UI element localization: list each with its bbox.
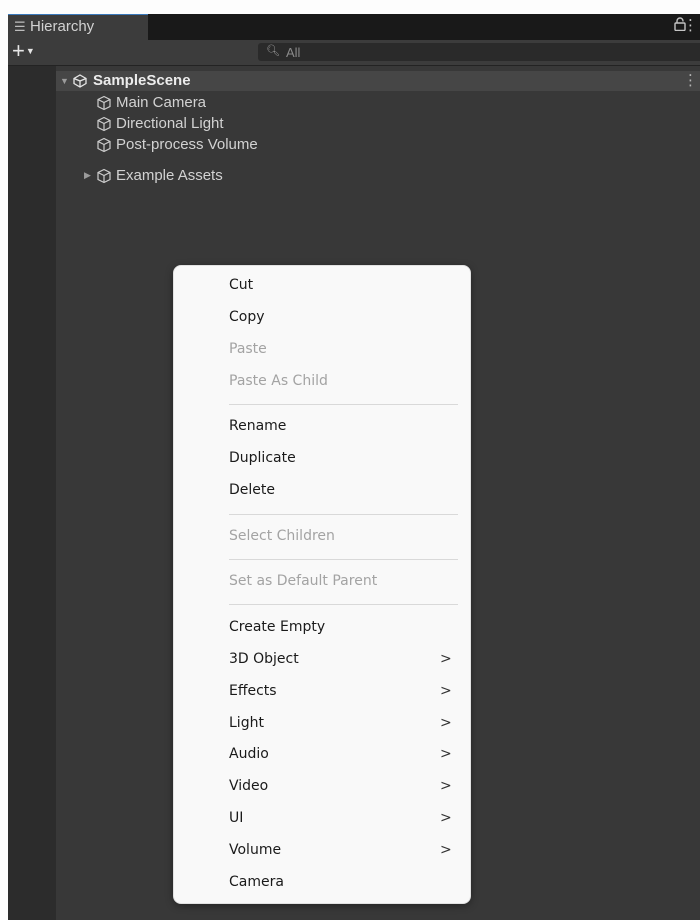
menu-item-rename[interactable]: Rename: [174, 410, 470, 442]
menu-item-delete[interactable]: Delete: [174, 474, 470, 506]
unity-logo-icon: [73, 71, 87, 94]
menu-separator: [229, 559, 458, 560]
gameobject-cube-icon: [97, 168, 111, 184]
menu-item-camera[interactable]: Camera: [174, 866, 470, 898]
menu-item-select-children: Select Children: [174, 520, 470, 552]
menu-item-label: Duplicate: [229, 450, 296, 466]
scene-row[interactable]: ▼ SampleScene ⋮: [56, 71, 700, 91]
menu-item-label: Copy: [229, 309, 265, 325]
tree-item-main-camera[interactable]: Main Camera: [56, 92, 700, 113]
tree-item-label: Main Camera: [116, 94, 207, 111]
submenu-arrow-icon: >: [440, 778, 452, 794]
tab-label: Hierarchy: [30, 18, 95, 35]
dropdown-triangle-icon: ▼: [25, 46, 35, 56]
submenu-arrow-icon: >: [440, 715, 452, 731]
menu-item-ui[interactable]: UI >: [174, 802, 470, 834]
tree-item-label: Post-process Volume: [116, 136, 258, 153]
search-field[interactable]: 🔍︎: [258, 43, 700, 61]
menu-item-label: Audio: [229, 746, 269, 762]
menu-item-label: Volume: [229, 842, 282, 858]
plus-icon: +: [12, 38, 25, 63]
menu-item-video[interactable]: Video >: [174, 770, 470, 802]
menu-item-label: Rename: [229, 418, 287, 434]
hierarchy-list-icon: ☰: [14, 19, 26, 34]
menu-separator: [229, 404, 458, 405]
menu-item-audio[interactable]: Audio >: [174, 738, 470, 770]
menu-item-paste: Paste: [174, 333, 470, 365]
menu-item-volume[interactable]: Volume >: [174, 834, 470, 866]
menu-item-label: Effects: [229, 683, 277, 699]
search-input[interactable]: [286, 43, 686, 61]
menu-item-3d-object[interactable]: 3D Object >: [174, 643, 470, 675]
menu-item-label: Create Empty: [229, 619, 326, 635]
menu-item-create-empty[interactable]: Create Empty: [174, 611, 470, 643]
menu-item-label: Camera: [229, 874, 284, 890]
menu-item-set-default-parent: Set as Default Parent: [174, 565, 470, 597]
menu-item-label: 3D Object: [229, 651, 299, 667]
menu-item-effects[interactable]: Effects >: [174, 675, 470, 707]
gameobject-cube-icon: [97, 116, 111, 132]
toolbar: +▼ 🔍︎: [8, 38, 700, 68]
context-menu: Cut Copy Paste Paste As Child Rename Dup…: [173, 265, 471, 904]
gameobject-cube-icon: [97, 137, 111, 153]
gameobject-cube-icon: [97, 95, 111, 111]
menu-item-light[interactable]: Light >: [174, 707, 470, 739]
scene-name: SampleScene: [93, 72, 191, 89]
submenu-arrow-icon: >: [440, 746, 452, 762]
menu-item-paste-as-child: Paste As Child: [174, 365, 470, 397]
expand-arrow-icon[interactable]: ▶: [84, 165, 91, 186]
menu-item-label: Delete: [229, 482, 275, 498]
menu-item-cut[interactable]: Cut: [174, 269, 470, 301]
tree-item-example-assets[interactable]: ▶ Example Assets: [56, 165, 700, 186]
kebab-menu-icon[interactable]: ⋮: [683, 16, 698, 34]
submenu-arrow-icon: >: [440, 683, 452, 699]
menu-item-label: Video: [229, 778, 269, 794]
submenu-arrow-icon: >: [440, 651, 452, 667]
menu-item-label: UI: [229, 810, 244, 826]
tab-hierarchy[interactable]: ☰ Hierarchy: [8, 14, 148, 40]
menu-separator: [229, 514, 458, 515]
menu-item-label: Paste As Child: [229, 373, 328, 389]
menu-separator: [229, 604, 458, 605]
menu-item-label: Cut: [229, 277, 254, 293]
scene-kebab-icon[interactable]: ⋮: [683, 71, 698, 91]
menu-item-copy[interactable]: Copy: [174, 301, 470, 333]
tree-item-post-process-volume[interactable]: Post-process Volume: [56, 134, 700, 155]
expand-arrow-icon[interactable]: ▼: [60, 71, 69, 91]
menu-item-label: Light: [229, 715, 264, 731]
tree-item-label: Directional Light: [116, 115, 224, 132]
search-filter-icon[interactable]: 🔍︎: [266, 44, 280, 57]
add-button[interactable]: +▼: [12, 38, 35, 68]
menu-item-duplicate[interactable]: Duplicate: [174, 442, 470, 474]
tree-item-directional-light[interactable]: Directional Light: [56, 113, 700, 134]
tab-bar: ☰ Hierarchy ⋮: [8, 14, 700, 40]
menu-item-label: Set as Default Parent: [229, 573, 378, 589]
menu-item-label: Paste: [229, 341, 267, 357]
submenu-arrow-icon: >: [440, 842, 452, 858]
left-gutter: [8, 66, 56, 920]
menu-item-label: Select Children: [229, 528, 335, 544]
submenu-arrow-icon: >: [440, 810, 452, 826]
tree-item-label: Example Assets: [116, 167, 223, 184]
